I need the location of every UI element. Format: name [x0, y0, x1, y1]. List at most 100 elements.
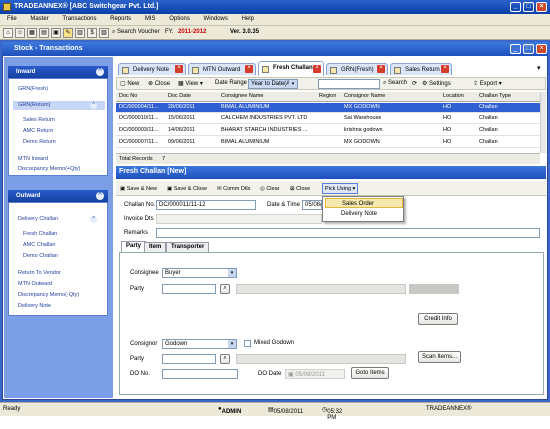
sidebar-item-mtn-inward[interactable]: MTN Inward: [18, 156, 48, 162]
party-code-field[interactable]: [162, 284, 216, 294]
child-maximize-icon[interactable]: □: [523, 44, 534, 54]
menu-transactions[interactable]: Transactions: [55, 14, 101, 22]
comm-dtls-button[interactable]: ✉ Comm Dtls: [216, 183, 251, 194]
minimize-icon[interactable]: _: [510, 2, 521, 12]
sidebar-item-grn-fresh[interactable]: GRN(Fresh): [18, 86, 48, 92]
save-close-button[interactable]: ▣ Save & Close: [166, 183, 208, 194]
sidebar-item-return-to-vendor[interactable]: Return To Vendor: [18, 270, 61, 276]
menu-item-delivery-note[interactable]: Delivery Note: [325, 209, 403, 219]
app-icon: [3, 3, 11, 11]
do-date-field[interactable]: ▣ 05/08/2011: [285, 369, 345, 379]
maximize-icon[interactable]: □: [523, 2, 534, 12]
col-consignee-name[interactable]: Consignee Name: [221, 93, 264, 99]
grid-icon[interactable]: ▥: [75, 28, 85, 38]
lock-icon[interactable]: ▣: [51, 28, 61, 38]
print-icon[interactable]: ▤: [39, 28, 49, 38]
collapse-icon[interactable]: ^: [96, 68, 104, 76]
col-region[interactable]: Region: [319, 93, 336, 99]
menu-mis[interactable]: MIS: [138, 14, 161, 22]
mixed-godown-checkbox[interactable]: [244, 340, 251, 347]
outward-panel-header[interactable]: Outward ^: [8, 190, 108, 202]
sidebar-item-amc-return[interactable]: AMC Return: [23, 128, 53, 134]
sidebar-item-demo-return[interactable]: Demo Return: [23, 139, 56, 145]
close-icon[interactable]: ×: [245, 65, 253, 73]
sidebar-item-mtn-outward[interactable]: MTN Outward: [18, 281, 52, 287]
sidebar-item-demo-challan[interactable]: Demo Challan: [23, 253, 58, 259]
sidebar-item-discrepancy-minus[interactable]: Discrepancy Memo(-Qty): [18, 292, 79, 298]
close-button[interactable]: ⊗ Close: [148, 79, 170, 89]
collapse-icon[interactable]: ^: [90, 102, 97, 109]
search-button[interactable]: ⌕ Search: [383, 79, 407, 89]
export-button[interactable]: ⇪ Export ▾: [473, 79, 502, 89]
tab-transporter[interactable]: Transporter: [166, 242, 210, 252]
close-icon[interactable]: ×: [313, 65, 321, 73]
challan-no-field[interactable]: DC/000011/11-12: [156, 200, 256, 210]
table-row[interactable]: DC/000007/11... 09/06/2011 BIMAL ALUMINI…: [116, 138, 540, 148]
sidebar-item-fresh-challan[interactable]: Fresh Challan: [23, 231, 57, 237]
menu-windows[interactable]: Windows: [197, 14, 233, 22]
close-form-button[interactable]: ⊠ Close: [289, 183, 311, 194]
scan-items-button[interactable]: Scan Items...: [418, 351, 461, 363]
table-row[interactable]: DC/000004/11... 28/06/2011 BIMAL ALUMINI…: [116, 103, 540, 113]
notes-icon[interactable]: ✎: [63, 28, 73, 38]
cash-icon[interactable]: $: [87, 28, 97, 38]
menu-options[interactable]: Options: [162, 14, 195, 22]
sidebar-item-delivery-note[interactable]: Delivery Note: [18, 303, 51, 309]
col-location[interactable]: Location: [443, 93, 464, 99]
refresh-icon[interactable]: ⟳: [412, 79, 417, 89]
do-no-field[interactable]: [162, 369, 238, 379]
credit-info-button[interactable]: Credit Info: [418, 313, 458, 325]
collapse-icon[interactable]: ^: [90, 216, 97, 223]
search-voucher-button[interactable]: ⌕ Search Voucher: [112, 29, 160, 36]
tab-party[interactable]: Party: [121, 241, 147, 252]
consignee-select[interactable]: Buyer ▾: [162, 268, 237, 278]
inward-panel-header[interactable]: Inward ^: [8, 66, 108, 78]
date-field[interactable]: 05/08/: [302, 200, 322, 210]
menu-file[interactable]: File: [0, 14, 22, 22]
settings-button[interactable]: ⚙ Settings: [422, 79, 451, 89]
view-button[interactable]: ▦ View ▾: [178, 79, 203, 89]
remarks-field[interactable]: [156, 228, 540, 238]
binoculars-icon[interactable]: ⌕: [220, 284, 230, 294]
col-doc-no[interactable]: Doc No: [119, 93, 137, 99]
grid-scrollbar[interactable]: [540, 92, 546, 153]
tab-item[interactable]: Item: [144, 242, 167, 252]
menu-reports[interactable]: Reports: [103, 14, 136, 22]
save-new-button[interactable]: ▣ Save & New: [119, 183, 158, 194]
cell-consignee: BIMAL ALUMINIUM: [221, 139, 270, 145]
col-doc-date[interactable]: Doc Date: [168, 93, 191, 99]
close-icon[interactable]: ×: [536, 2, 547, 12]
col-consignor-name[interactable]: Consignor Name: [344, 93, 385, 99]
consignor-select[interactable]: Godown ▾: [162, 339, 237, 349]
close-icon[interactable]: ×: [441, 65, 449, 73]
goto-items-button[interactable]: Goto Items: [351, 367, 389, 379]
new-button[interactable]: ▢ New: [120, 79, 139, 89]
user-icon[interactable]: ☺: [15, 28, 25, 38]
tab-menu-icon[interactable]: ▾: [537, 64, 541, 72]
home-icon[interactable]: ⌂: [3, 28, 13, 38]
table-row[interactable]: DC/000010/11... 15/06/2011 CALCHEM INDUS…: [116, 114, 540, 124]
search-input[interactable]: [318, 79, 380, 89]
close-icon[interactable]: ×: [175, 65, 183, 73]
binoculars-icon[interactable]: ⌕: [220, 354, 230, 364]
sidebar-item-delivery-challan[interactable]: Delivery Challan: [18, 216, 58, 222]
consignor-party-code-field[interactable]: [162, 354, 216, 364]
date-range-select[interactable]: Year to Date(All) ▾: [248, 79, 298, 89]
pick-using-button[interactable]: Pick Using ▾: [322, 183, 358, 194]
child-close-icon[interactable]: ×: [536, 44, 547, 54]
sidebar-item-amc-challan[interactable]: AMC Challan: [23, 242, 55, 248]
table-row[interactable]: DC/000003/11... 14/06/2011 BHARAT STARCH…: [116, 126, 540, 136]
sidebar-item-grn-return[interactable]: GRN(Return): [18, 102, 50, 108]
col-challan-type[interactable]: Challan Type: [479, 93, 511, 99]
menu-help[interactable]: Help: [235, 14, 259, 22]
collapse-icon[interactable]: ^: [96, 192, 104, 200]
sidebar-item-sales-return[interactable]: Sales Return: [23, 117, 55, 123]
menu-item-sales-order[interactable]: Sales Order: [325, 198, 403, 208]
calc-icon[interactable]: ▦: [27, 28, 37, 38]
clear-button[interactable]: ◎ Clear: [259, 183, 280, 194]
menu-master[interactable]: Master: [23, 14, 53, 22]
chart-icon[interactable]: ▧: [99, 28, 109, 38]
close-icon[interactable]: ×: [377, 65, 385, 73]
child-minimize-icon[interactable]: _: [510, 44, 521, 54]
sidebar-item-discrepancy-plus[interactable]: Discrepancy Memo(+Qty): [18, 166, 81, 172]
